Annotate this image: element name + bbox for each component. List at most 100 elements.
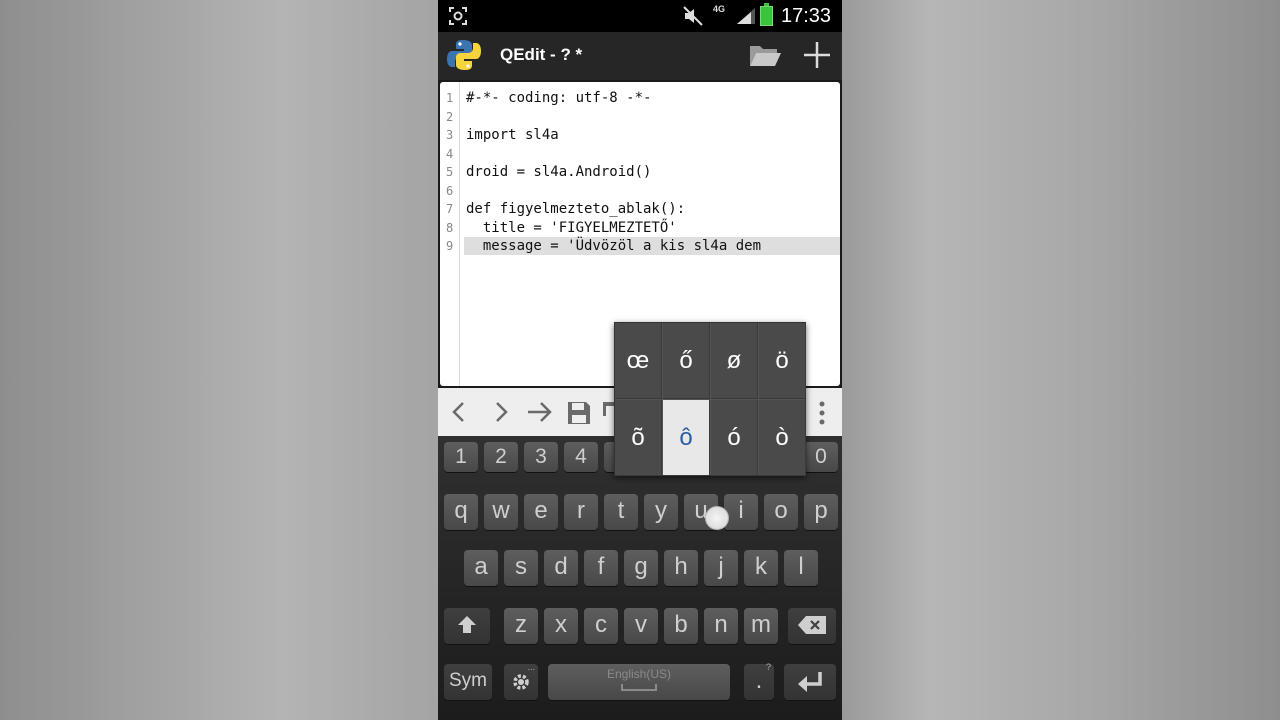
chevron-left-icon[interactable] bbox=[448, 400, 472, 429]
accent-o-double-acute[interactable]: ő bbox=[663, 323, 710, 399]
accent-popup: œ ő ø ö õ ô ó ò bbox=[614, 322, 806, 476]
sym-key[interactable]: Sym bbox=[444, 664, 492, 700]
mute-icon bbox=[682, 5, 704, 32]
status-bar: 4G 17:33 bbox=[438, 0, 842, 32]
background-right bbox=[842, 0, 1280, 720]
key-r[interactable]: r bbox=[564, 494, 598, 530]
key-p[interactable]: p bbox=[804, 494, 838, 530]
key-t[interactable]: t bbox=[604, 494, 638, 530]
enter-icon bbox=[798, 672, 822, 692]
line-text: def figyelmezteto_ablak(): bbox=[466, 201, 686, 217]
arrow-right-icon[interactable] bbox=[526, 400, 554, 429]
accent-o-slash[interactable]: ø bbox=[711, 323, 758, 399]
line-number: 5 bbox=[446, 165, 454, 179]
line-number: 9 bbox=[446, 239, 454, 253]
line-text: message = 'Üdvözöl a kis sl4a dem bbox=[466, 238, 762, 254]
key-n[interactable]: n bbox=[704, 608, 738, 644]
period-hint: ? bbox=[765, 662, 771, 672]
python-logo-icon[interactable] bbox=[446, 37, 482, 78]
key-c[interactable]: c bbox=[584, 608, 618, 644]
phone-screen: 4G 17:33 QEdit - ? * 1 #-*- coding: utf-… bbox=[438, 0, 842, 720]
code-line[interactable]: 2 bbox=[440, 108, 840, 126]
line-text: #-*- coding: utf-8 -*- bbox=[466, 90, 652, 106]
code-line[interactable]: 1 #-*- coding: utf-8 -*- bbox=[440, 89, 840, 107]
battery-icon bbox=[760, 3, 773, 26]
gear-icon bbox=[513, 674, 529, 690]
line-number: 1 bbox=[446, 91, 454, 105]
line-number: 3 bbox=[446, 128, 454, 142]
key-h[interactable]: h bbox=[664, 550, 698, 586]
key-w[interactable]: w bbox=[484, 494, 518, 530]
key-l[interactable]: l bbox=[784, 550, 818, 586]
settings-hint: ... bbox=[527, 662, 535, 672]
current-code-line[interactable]: 9 message = 'Üdvözöl a kis sl4a dem bbox=[440, 237, 840, 255]
key-a[interactable]: a bbox=[464, 550, 498, 586]
code-line[interactable]: 6 bbox=[440, 182, 840, 200]
line-number: 7 bbox=[446, 202, 454, 216]
plus-icon[interactable] bbox=[802, 40, 832, 75]
key-e[interactable]: e bbox=[524, 494, 558, 530]
line-text: title = 'FIGYELMEZTETŐ' bbox=[466, 219, 677, 236]
key-d[interactable]: d bbox=[544, 550, 578, 586]
chevron-right-icon[interactable] bbox=[488, 400, 512, 429]
key-2[interactable]: 2 bbox=[484, 442, 518, 472]
enter-key[interactable] bbox=[784, 664, 836, 700]
line-text: import sl4a bbox=[466, 127, 559, 143]
key-j[interactable]: j bbox=[704, 550, 738, 586]
key-0[interactable]: 0 bbox=[804, 442, 838, 472]
space-key[interactable]: English(US) bbox=[548, 664, 730, 700]
line-number: 2 bbox=[446, 109, 454, 124]
line-text: droid = sl4a.Android() bbox=[466, 164, 652, 180]
clock: 17:33 bbox=[781, 5, 832, 27]
key-4[interactable]: 4 bbox=[564, 442, 598, 472]
signal-icon bbox=[736, 7, 756, 30]
line-number: 4 bbox=[446, 146, 454, 161]
code-line[interactable]: 3 import sl4a bbox=[440, 126, 840, 144]
key-z[interactable]: z bbox=[504, 608, 538, 644]
accent-o-tilde[interactable]: õ bbox=[615, 400, 662, 476]
accent-o-circumflex[interactable]: ô bbox=[663, 400, 710, 476]
touch-indicator bbox=[705, 506, 729, 530]
key-x[interactable]: x bbox=[544, 608, 578, 644]
key-o[interactable]: o bbox=[764, 494, 798, 530]
period-label: . bbox=[755, 667, 763, 694]
code-line[interactable]: 5 droid = sl4a.Android() bbox=[440, 163, 840, 181]
code-line[interactable]: 8 title = 'FIGYELMEZTETŐ' bbox=[440, 219, 840, 237]
key-i[interactable]: i bbox=[724, 494, 758, 530]
code-line[interactable]: 7 def figyelmezteto_ablak(): bbox=[440, 200, 840, 218]
key-b[interactable]: b bbox=[664, 608, 698, 644]
key-y[interactable]: y bbox=[644, 494, 678, 530]
key-q[interactable]: q bbox=[444, 494, 478, 530]
key-k[interactable]: k bbox=[744, 550, 778, 586]
backspace-key[interactable] bbox=[788, 608, 836, 644]
key-f[interactable]: f bbox=[584, 550, 618, 586]
line-number: 6 bbox=[446, 183, 454, 198]
key-v[interactable]: v bbox=[624, 608, 658, 644]
shift-key[interactable] bbox=[444, 608, 490, 644]
app-title: QEdit - ? * bbox=[500, 45, 583, 64]
space-language-label: English(US) bbox=[606, 667, 672, 681]
code-line[interactable]: 4 bbox=[440, 145, 840, 163]
soft-keyboard: 1 2 3 4 5 6 7 8 9 0 q w e r t y u i o p … bbox=[438, 436, 842, 720]
key-m[interactable]: m bbox=[744, 608, 778, 644]
save-icon[interactable] bbox=[566, 400, 592, 431]
overflow-menu-icon[interactable] bbox=[818, 400, 826, 431]
accent-o-acute[interactable]: ó bbox=[711, 400, 758, 476]
key-s[interactable]: s bbox=[504, 550, 538, 586]
key-3[interactable]: 3 bbox=[524, 442, 558, 472]
accent-oe[interactable]: œ bbox=[615, 323, 662, 399]
shift-arrow-icon bbox=[458, 616, 476, 633]
period-key[interactable]: ? . bbox=[744, 662, 774, 700]
line-number: 8 bbox=[446, 220, 454, 235]
settings-key[interactable]: ... bbox=[504, 662, 538, 700]
key-1[interactable]: 1 bbox=[444, 442, 478, 472]
backspace-icon bbox=[798, 616, 826, 634]
space-bar-icon bbox=[621, 684, 657, 691]
network-type: 4G bbox=[713, 4, 726, 14]
accent-o-umlaut[interactable]: ö bbox=[759, 323, 806, 399]
folder-open-icon[interactable] bbox=[748, 42, 782, 73]
key-g[interactable]: g bbox=[624, 550, 658, 586]
accent-o-grave[interactable]: ò bbox=[759, 400, 806, 476]
action-bar: QEdit - ? * bbox=[438, 32, 842, 80]
screenshot-icon bbox=[448, 6, 468, 31]
